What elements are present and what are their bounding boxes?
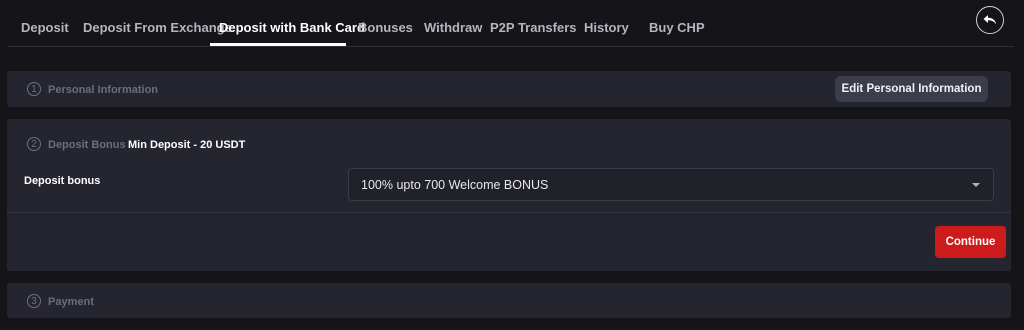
back-button[interactable] [976,6,1004,34]
deposit-bonus-panel: 2 Deposit Bonus Min Deposit - 20 USDT De… [7,119,1011,271]
tab-deposit-with-bank-card[interactable]: Deposit with Bank Card [219,20,365,35]
bonus-divider [7,212,1011,213]
deposit-bonus-selected-value: 100% upto 700 Welcome BONUS [361,178,549,192]
edit-personal-information-button[interactable]: Edit Personal Information [835,76,988,102]
tab-withdraw[interactable]: Withdraw [424,20,482,35]
tab-p2p-transfers[interactable]: P2P Transfers [490,20,576,35]
personal-information-panel: 1 Personal Information Edit Personal Inf… [7,71,1011,107]
deposit-bonus-title: Deposit Bonus [48,139,126,151]
tab-deposit[interactable]: Deposit [21,20,69,35]
tab-history[interactable]: History [584,20,629,35]
deposit-bonus-label: Deposit bonus [24,175,101,187]
tab-deposit-from-exchange[interactable]: Deposit From Exchange [83,20,232,35]
step-number-3: 3 [27,294,41,308]
payment-panel: 3 Payment [7,283,1011,318]
chevron-down-icon [972,183,980,187]
personal-information-title: Personal Information [48,84,159,96]
back-arrow-icon [983,15,997,25]
min-deposit-note: Min Deposit - 20 USDT [128,139,246,151]
payment-title: Payment [48,296,94,308]
step-number-1: 1 [27,82,41,96]
continue-button[interactable]: Continue [935,226,1006,258]
deposit-bonus-select[interactable]: 100% upto 700 Welcome BONUS [348,168,994,201]
tab-buy-chp[interactable]: Buy CHP [649,20,705,35]
tab-bonuses[interactable]: Bonuses [358,20,413,35]
step-number-2: 2 [27,137,41,151]
tab-bar-divider [8,46,1014,47]
tab-bar: Deposit Deposit From Exchange Deposit wi… [0,0,1024,47]
